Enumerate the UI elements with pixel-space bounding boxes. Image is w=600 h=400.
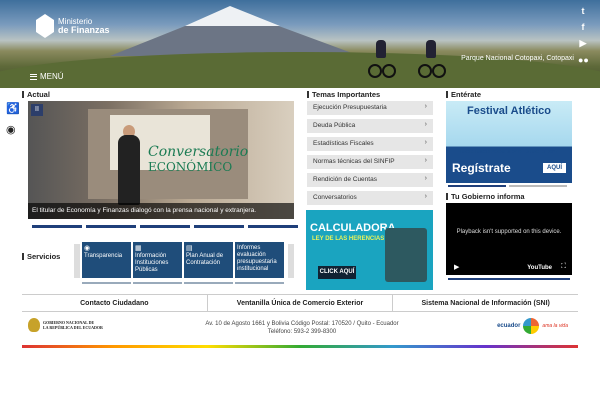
section-title-gobierno: Tu Gobierno informa bbox=[446, 192, 525, 201]
temas-list: Ejecución Presupuestaria › Deuda Pública ›… bbox=[307, 101, 433, 209]
gobierno-logo[interactable]: GOBIERNO NACIONAL DE LA REPÚBLICA DEL EC… bbox=[28, 318, 103, 332]
enterate-banner[interactable]: Festival Atlético INICIO INSCRIPCIONES 0… bbox=[446, 101, 572, 183]
ministry-logo-icon bbox=[36, 14, 54, 38]
bottom-links-bar: Contacto Ciudadano Ventanilla Única de C… bbox=[22, 294, 578, 312]
section-title-actual: Actual bbox=[22, 90, 50, 99]
video-underline bbox=[448, 278, 570, 280]
accessibility-tools: ♿ ◉ bbox=[6, 102, 20, 136]
eye-icon: ◉ bbox=[84, 245, 91, 252]
twitter-icon[interactable]: t bbox=[578, 6, 588, 16]
sni-link[interactable]: Sistema Nacional de Información (SNI) bbox=[393, 295, 578, 311]
servicio-item[interactable]: Informes evaluación presupuestaria insti… bbox=[235, 242, 284, 278]
brand-ama-la-vida: ama la vida bbox=[542, 323, 568, 329]
play-icon[interactable]: ▶ bbox=[454, 263, 459, 271]
carousel-indicator[interactable] bbox=[194, 225, 244, 228]
chevron-right-icon: › bbox=[424, 157, 427, 164]
chevron-right-icon: › bbox=[424, 139, 427, 146]
servicio-item[interactable]: ▦ Información Instituciones Públicas bbox=[133, 242, 182, 278]
enterate-indicators bbox=[448, 185, 567, 187]
tema-item[interactable]: Rendición de Cuentas › bbox=[307, 173, 433, 187]
enterate-indicator[interactable] bbox=[509, 185, 567, 187]
speaker-figure bbox=[118, 135, 140, 205]
calculator-icon bbox=[385, 228, 427, 282]
carousel-art-line1: Conversatorio bbox=[148, 144, 249, 160]
servicios-underlines bbox=[82, 282, 284, 284]
phone-line: Teléfono: 593-2 399-8300 bbox=[267, 329, 337, 335]
festival-register-text: Regístrate bbox=[452, 161, 511, 175]
servicio-item[interactable]: ◉ Transparencia bbox=[82, 242, 131, 278]
calculadora-banner[interactable]: CALCULADORA LEY DE LAS HERENCIAS CLICK A… bbox=[306, 210, 433, 290]
tema-item[interactable]: Estadísticas Fiscales › bbox=[307, 137, 433, 151]
section-title-servicios: Servicios bbox=[22, 252, 60, 261]
chevron-right-icon: › bbox=[424, 175, 427, 182]
carousel-indicator[interactable] bbox=[86, 225, 136, 228]
cyclist-image bbox=[418, 40, 446, 80]
address-line: Av. 10 de Agosto 1661 y Bolivia Código P… bbox=[205, 321, 399, 327]
menu-label: MENÚ bbox=[40, 72, 64, 81]
flickr-icon[interactable]: ●● bbox=[578, 55, 589, 65]
footer-color-stripe bbox=[22, 345, 578, 348]
carousel-indicator[interactable] bbox=[32, 225, 82, 228]
youtube-icon[interactable]: ▶ bbox=[578, 38, 588, 49]
youtube-logo[interactable]: YouTube bbox=[527, 265, 552, 271]
chevron-right-icon: › bbox=[424, 193, 427, 200]
servicio-item[interactable]: ▤ Plan Anual de Contratación bbox=[184, 242, 233, 278]
tema-item[interactable]: Ejecución Presupuestaria › bbox=[307, 101, 433, 115]
carousel-pause-button[interactable]: II bbox=[31, 104, 43, 116]
ventanilla-unica-link[interactable]: Ventanilla Única de Comercio Exterior bbox=[208, 295, 394, 311]
hero-caption: Parque Nacional Cotopaxi, Cotopaxi bbox=[461, 55, 574, 62]
festival-aqui-button[interactable]: AQUÍ bbox=[543, 163, 566, 173]
accessibility-icon[interactable]: ♿ bbox=[6, 102, 20, 115]
chevron-right-icon: › bbox=[424, 103, 427, 110]
ecuador-crest-icon bbox=[28, 318, 40, 332]
calculadora-cta-button[interactable]: CLICK AQUÍ bbox=[318, 266, 356, 279]
chevron-right-icon: › bbox=[424, 121, 427, 128]
hero-banner: Ministerio de Finanzas Parque Nacional C… bbox=[0, 0, 600, 88]
ecuador-ama-la-vida-logo[interactable]: ecuador ama la vida bbox=[497, 318, 568, 334]
footer: GOBIERNO NACIONAL DE LA REPÚBLICA DEL EC… bbox=[22, 314, 578, 344]
building-icon: ▦ bbox=[135, 245, 142, 252]
tema-item[interactable]: Deuda Pública › bbox=[307, 119, 433, 133]
section-title-enterate: Entérate bbox=[446, 90, 481, 99]
festival-title: Festival Atlético bbox=[467, 105, 551, 117]
eye-icon[interactable]: ◉ bbox=[6, 123, 20, 136]
menu-button[interactable]: MENÚ bbox=[30, 72, 64, 81]
news-carousel[interactable]: Conversatorio ECONÓMICO El titular de Ec… bbox=[28, 101, 294, 219]
section-title-temas: Temas Importantes bbox=[307, 90, 380, 99]
hamburger-icon bbox=[30, 73, 37, 80]
tema-item[interactable]: Normas técnicas del SINFIP › bbox=[307, 155, 433, 169]
servicios-next-button[interactable] bbox=[288, 244, 294, 278]
brand-ecuador: ecuador bbox=[497, 323, 521, 329]
calculadora-subtitle: LEY DE LAS HERENCIAS bbox=[312, 236, 385, 242]
enterate-indicator[interactable] bbox=[448, 185, 506, 187]
servicios-prev-button[interactable] bbox=[74, 244, 80, 278]
gov-line2: LA REPÚBLICA DEL ECUADOR bbox=[43, 325, 103, 330]
document-icon: ▤ bbox=[186, 245, 193, 252]
logo-line2: de Finanzas bbox=[58, 25, 110, 35]
carousel-art-line2: ECONÓMICO bbox=[148, 160, 233, 174]
social-links: t f ▶ ●● bbox=[578, 6, 589, 65]
contacto-ciudadano-link[interactable]: Contacto Ciudadano bbox=[22, 295, 208, 311]
video-message: Playback isn't supported on this device. bbox=[456, 229, 562, 235]
carousel-indicator[interactable] bbox=[140, 225, 190, 228]
servicios-list: ◉ Transparencia ▦ Información Institucio… bbox=[82, 242, 284, 278]
carousel-art-text: Conversatorio ECONÓMICO bbox=[148, 145, 248, 175]
footer-address: Av. 10 de Agosto 1661 y Bolivia Código P… bbox=[202, 320, 402, 336]
ecuador-brand-icon bbox=[523, 318, 540, 334]
festival-dates: INICIO INSCRIPCIONES 02 DE JUNIO DE 2017 bbox=[459, 149, 559, 154]
fullscreen-icon[interactable]: ⛶ bbox=[561, 263, 566, 271]
volcano-snow bbox=[185, 6, 280, 26]
carousel-indicator[interactable] bbox=[248, 225, 298, 228]
carousel-indicators bbox=[32, 225, 298, 228]
calculadora-title: CALCULADORA bbox=[310, 222, 396, 234]
video-player[interactable]: Playback isn't supported on this device.… bbox=[446, 203, 572, 275]
carousel-caption[interactable]: El titular de Economía y Finanzas dialog… bbox=[28, 203, 294, 219]
cyclist-image bbox=[368, 40, 396, 80]
tema-item[interactable]: Conversatorios › bbox=[307, 191, 433, 205]
ministry-logo[interactable]: Ministerio de Finanzas bbox=[36, 14, 110, 38]
facebook-icon[interactable]: f bbox=[578, 22, 588, 32]
